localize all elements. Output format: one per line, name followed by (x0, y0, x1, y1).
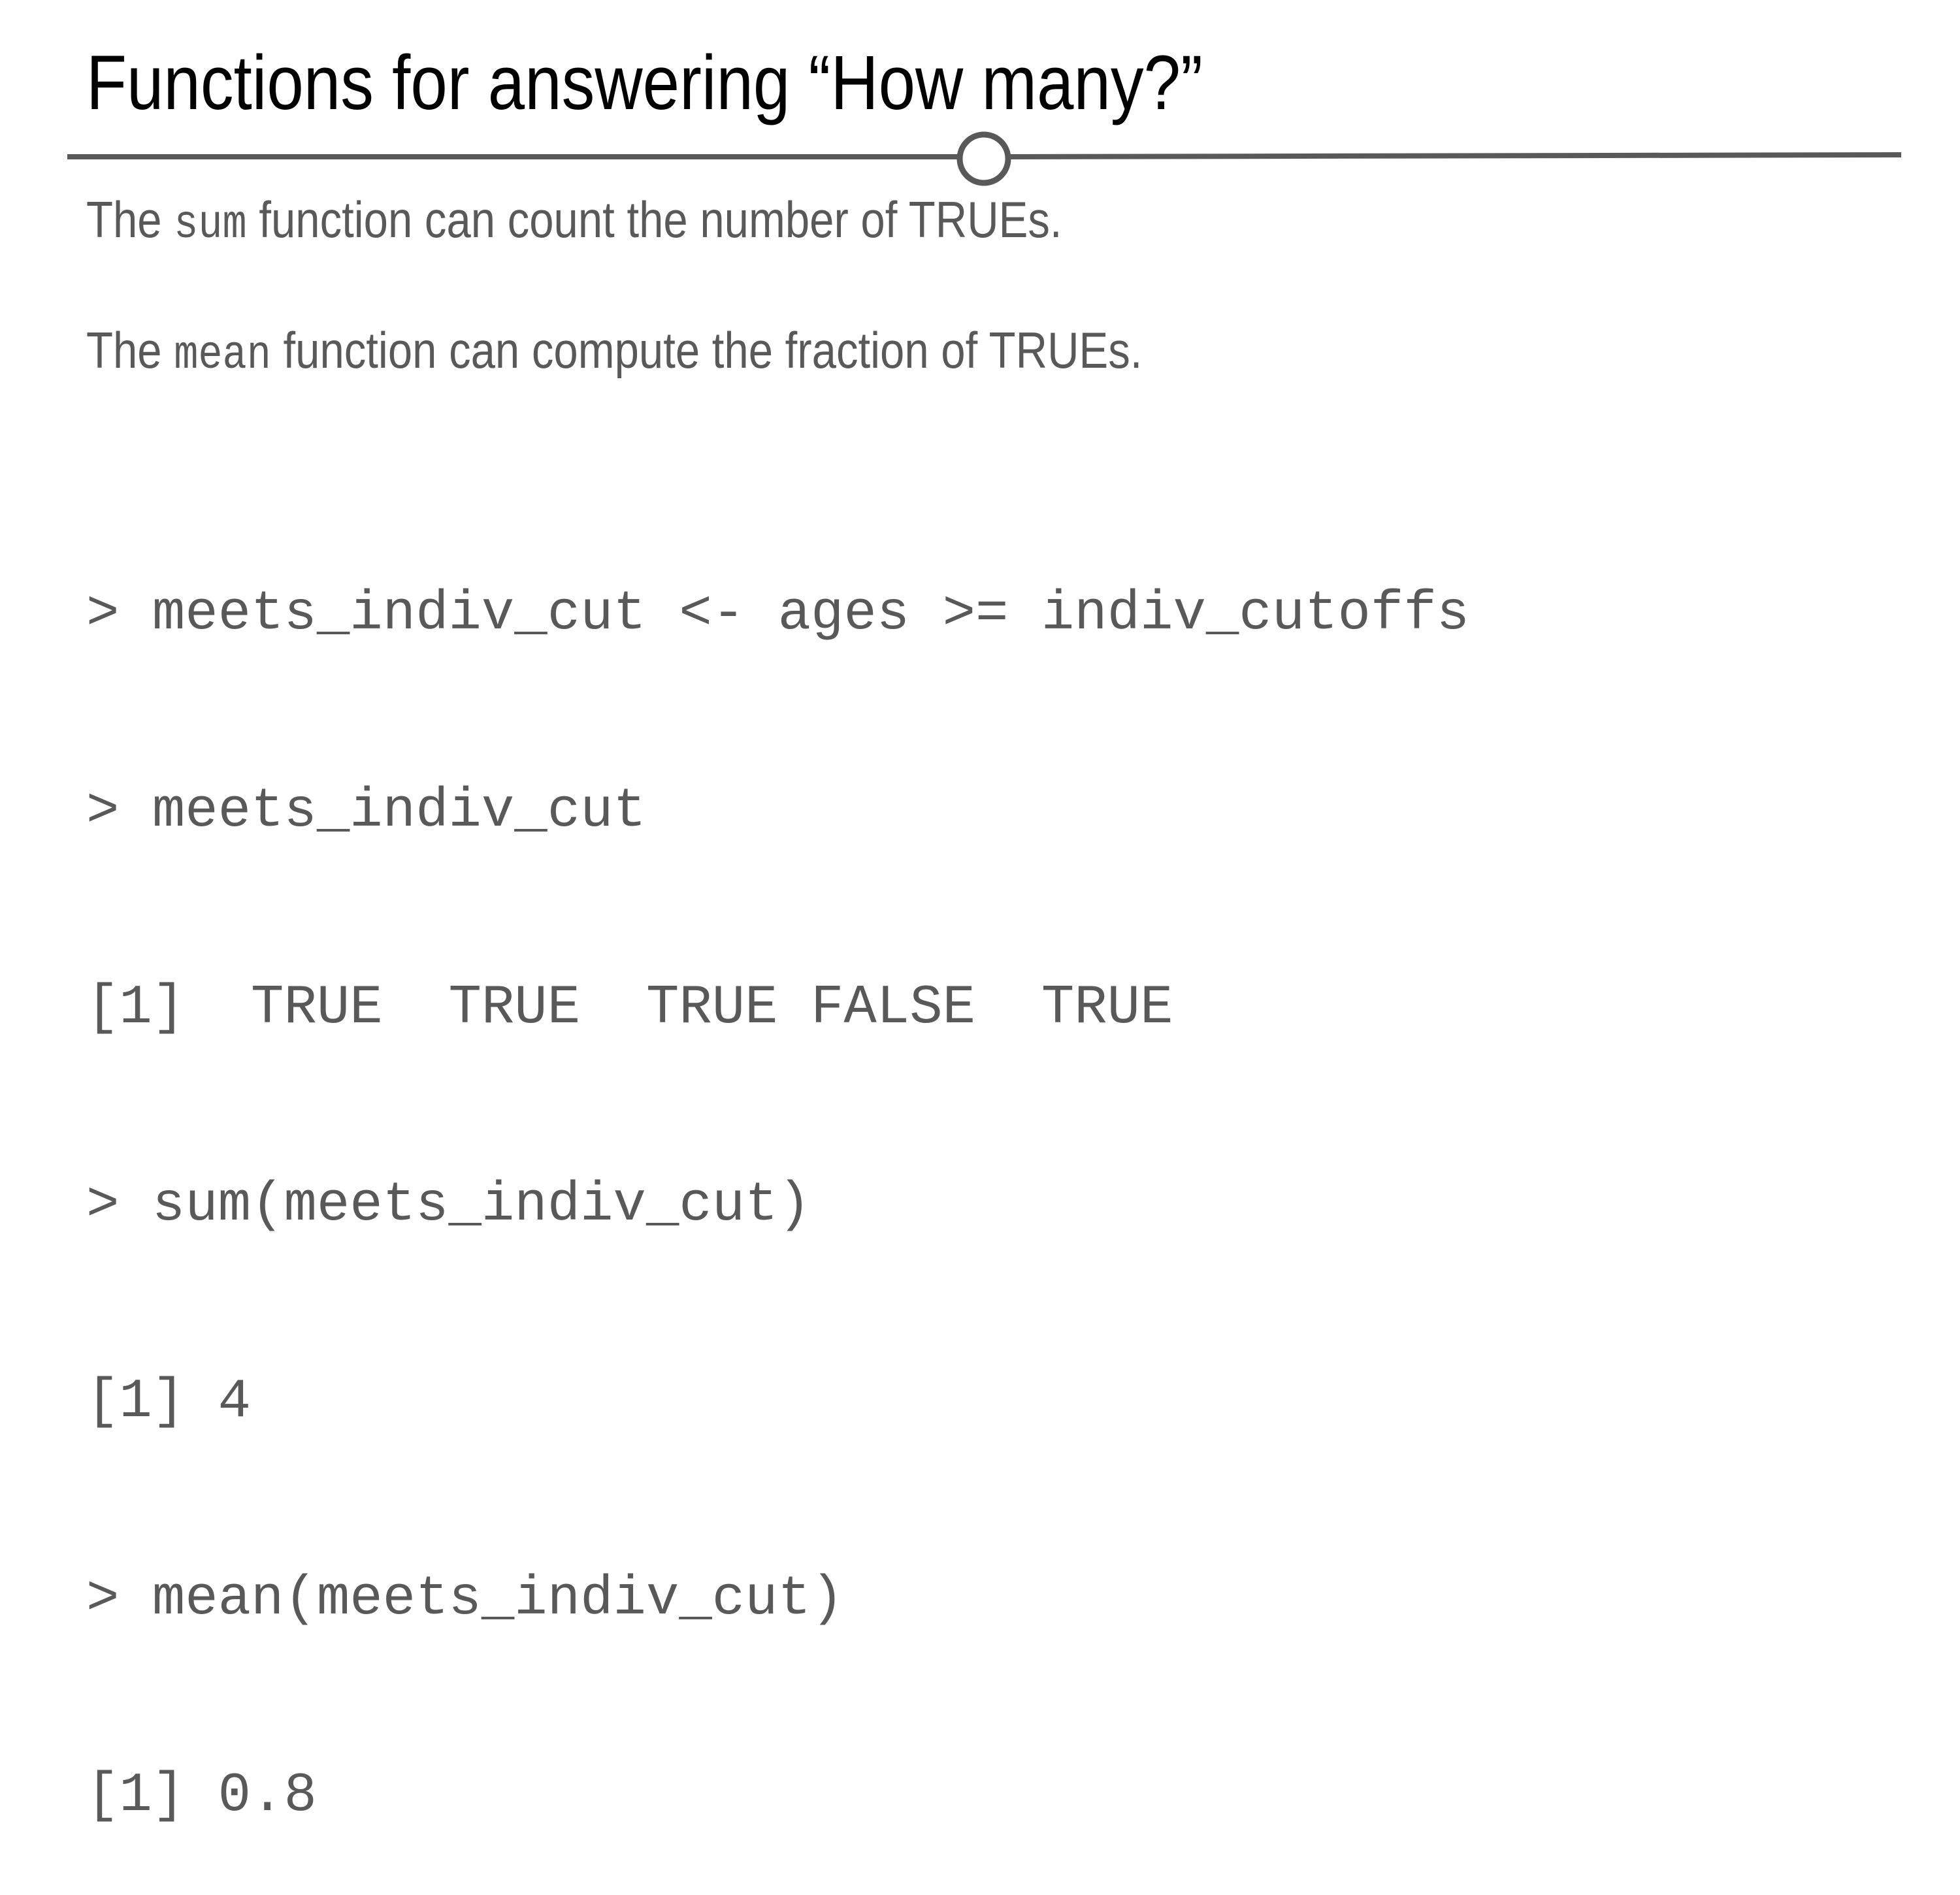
sum-description-prefix: The (86, 191, 162, 248)
code-line-assign: > meets_indiv_cut <- ages >= indiv_cutof… (86, 583, 1470, 645)
mean-description-prefix: The (86, 321, 162, 379)
sum-description: The sum function can count the number of… (86, 187, 1062, 257)
divider-line-right (1009, 152, 1902, 159)
mean-description-suffix: function can compute the fraction of TRU… (283, 321, 1143, 379)
r-console-code-block: > meets_indiv_cut <- ages >= indiv_cutof… (86, 451, 1469, 1895)
code-line-mean-output: [1] 0.8 (86, 1765, 317, 1827)
mean-description: The mean function can compute the fracti… (86, 317, 1142, 388)
sum-description-suffix: function can count the number of TRUEs. (259, 191, 1062, 248)
sum-function-name: sum (174, 198, 247, 251)
slide-title: Functions for answering “How many?” (86, 40, 1203, 126)
code-line-sum-call: > sum(meets_indiv_cut) (86, 1174, 811, 1237)
code-line-mean-call: > mean(meets_indiv_cut) (86, 1568, 844, 1630)
code-line-print-vector: > meets_indiv_cut (86, 780, 646, 843)
mean-function-name: mean (174, 329, 271, 382)
divider-circle-ornament (956, 131, 1011, 186)
code-line-sum-output: [1] 4 (86, 1371, 252, 1433)
code-line-vector-output: [1] TRUE TRUE TRUE FALSE TRUE (86, 977, 1173, 1039)
